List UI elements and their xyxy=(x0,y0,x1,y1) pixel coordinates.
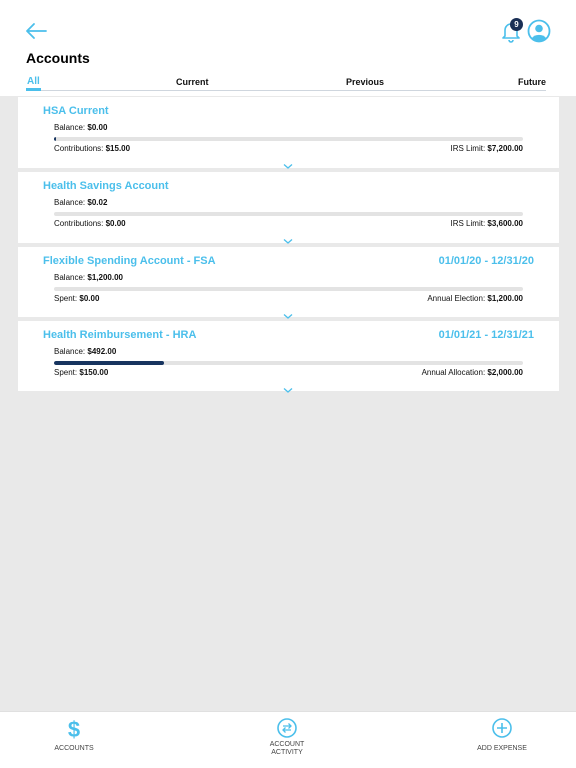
contributions-text: Contributions: $15.00 xyxy=(54,144,130,153)
contributions-label: Contributions: xyxy=(54,144,104,153)
annual-allocation-text: Annual Allocation: $2,000.00 xyxy=(422,368,523,377)
chevron-down-icon xyxy=(283,239,293,244)
balance-text: Balance: $0.00 xyxy=(54,123,107,132)
expand-button[interactable] xyxy=(283,157,293,169)
annual-election-label: Annual Election: xyxy=(427,294,486,303)
nav-account-activity[interactable]: ACCOUNT ACTIVITY xyxy=(227,712,347,768)
expand-button[interactable] xyxy=(283,307,293,319)
annual-election-value: $1,200.00 xyxy=(487,294,523,303)
app-header: 9 Accounts All Current Previous Future xyxy=(0,0,576,96)
account-title: Flexible Spending Account - FSA xyxy=(43,255,216,267)
nav-add-expense[interactable]: ADD EXPENSE xyxy=(442,712,562,768)
tab-previous[interactable]: Previous xyxy=(346,77,384,87)
balance-text: Balance: $492.00 xyxy=(54,347,116,356)
expand-button[interactable] xyxy=(283,381,293,393)
balance-text: Balance: $0.02 xyxy=(54,198,107,207)
balance-label: Balance: xyxy=(54,198,86,207)
spent-label: Spent: xyxy=(54,368,78,377)
tab-future[interactable]: Future xyxy=(518,77,546,87)
back-button[interactable] xyxy=(24,20,48,42)
irs-limit-value: $7,200.00 xyxy=(487,144,523,153)
nav-add-expense-label: ADD EXPENSE xyxy=(477,745,527,752)
account-card-hsa-current[interactable]: HSA Current Balance: $0.00 Contributions… xyxy=(18,97,559,169)
balance-label: Balance: xyxy=(54,347,86,356)
account-filter-tabs: All Current Previous Future xyxy=(26,76,546,92)
expand-button[interactable] xyxy=(283,232,293,244)
bottom-nav: $ ACCOUNTS ACCOUNT ACTIVITY ADD EXPENSE xyxy=(0,711,576,768)
balance-label: Balance: xyxy=(54,123,86,132)
irs-limit-text: IRS Limit: $7,200.00 xyxy=(451,144,524,153)
plan-year-dates: 01/01/21 - 12/31/21 xyxy=(438,329,534,341)
spent-label: Spent: xyxy=(54,294,78,303)
contributions-text: Contributions: $0.00 xyxy=(54,219,126,228)
progress-bar xyxy=(54,361,523,365)
balance-value: $0.00 xyxy=(87,123,108,132)
nav-accounts[interactable]: $ ACCOUNTS xyxy=(14,712,134,768)
balance-value: $1,200.00 xyxy=(87,273,123,282)
arrow-left-icon xyxy=(26,23,47,39)
plus-circle-icon xyxy=(492,718,512,738)
account-card-fsa[interactable]: Flexible Spending Account - FSA 01/01/20… xyxy=(18,247,559,319)
balance-text: Balance: $1,200.00 xyxy=(54,273,123,282)
contributions-value: $0.00 xyxy=(105,219,126,228)
account-title: HSA Current xyxy=(43,105,109,117)
contributions-value: $15.00 xyxy=(105,144,131,153)
chevron-down-icon xyxy=(283,388,293,393)
spent-value: $0.00 xyxy=(79,294,100,303)
active-tab-indicator xyxy=(26,88,41,91)
progress-bar-fill xyxy=(54,137,56,141)
irs-limit-label: IRS Limit: xyxy=(450,219,486,228)
spent-text: Spent: $150.00 xyxy=(54,368,108,377)
chevron-down-icon xyxy=(283,164,293,169)
user-avatar-icon xyxy=(527,19,551,43)
page-title: Accounts xyxy=(26,50,90,66)
balance-value: $492.00 xyxy=(87,347,117,356)
balance-value: $0.02 xyxy=(87,198,108,207)
nav-account-activity-label-line2: ACTIVITY xyxy=(271,749,303,756)
irs-limit-label: IRS Limit: xyxy=(450,144,486,153)
account-card-hra[interactable]: Health Reimbursement - HRA 01/01/21 - 12… xyxy=(18,321,559,393)
contributions-label: Contributions: xyxy=(54,219,104,228)
account-title: Health Reimbursement - HRA xyxy=(43,329,197,341)
nav-account-activity-label-line1: ACCOUNT xyxy=(269,741,305,748)
profile-button[interactable] xyxy=(527,19,551,43)
tab-current[interactable]: Current xyxy=(176,77,209,87)
balance-label: Balance: xyxy=(54,273,86,282)
annual-allocation-label: Annual Allocation: xyxy=(421,368,486,377)
notification-count-badge: 9 xyxy=(510,18,523,31)
spent-text: Spent: $0.00 xyxy=(54,294,99,303)
progress-bar-fill xyxy=(54,361,165,365)
spent-value: $150.00 xyxy=(79,368,109,377)
irs-limit-value: $3,600.00 xyxy=(487,219,523,228)
progress-bar xyxy=(54,287,523,291)
irs-limit-text: IRS Limit: $3,600.00 xyxy=(451,219,524,228)
annual-allocation-value: $2,000.00 xyxy=(487,368,523,377)
annual-election-text: Annual Election: $1,200.00 xyxy=(427,294,523,303)
tabs-divider xyxy=(26,90,546,91)
plan-year-dates: 01/01/20 - 12/31/20 xyxy=(438,255,534,267)
progress-bar xyxy=(54,137,523,141)
tab-all[interactable]: All xyxy=(27,76,40,87)
progress-bar xyxy=(54,212,523,216)
chevron-down-icon xyxy=(283,314,293,319)
transfer-arrows-icon xyxy=(277,718,297,738)
nav-account-activity-label: ACCOUNT ACTIVITY xyxy=(227,741,347,757)
account-card-health-savings[interactable]: Health Savings Account Balance: $0.02 Co… xyxy=(18,172,559,244)
nav-accounts-label: ACCOUNTS xyxy=(54,745,94,752)
account-title: Health Savings Account xyxy=(43,180,169,192)
dollar-icon: $ xyxy=(68,717,80,741)
svg-text:$: $ xyxy=(68,717,80,741)
